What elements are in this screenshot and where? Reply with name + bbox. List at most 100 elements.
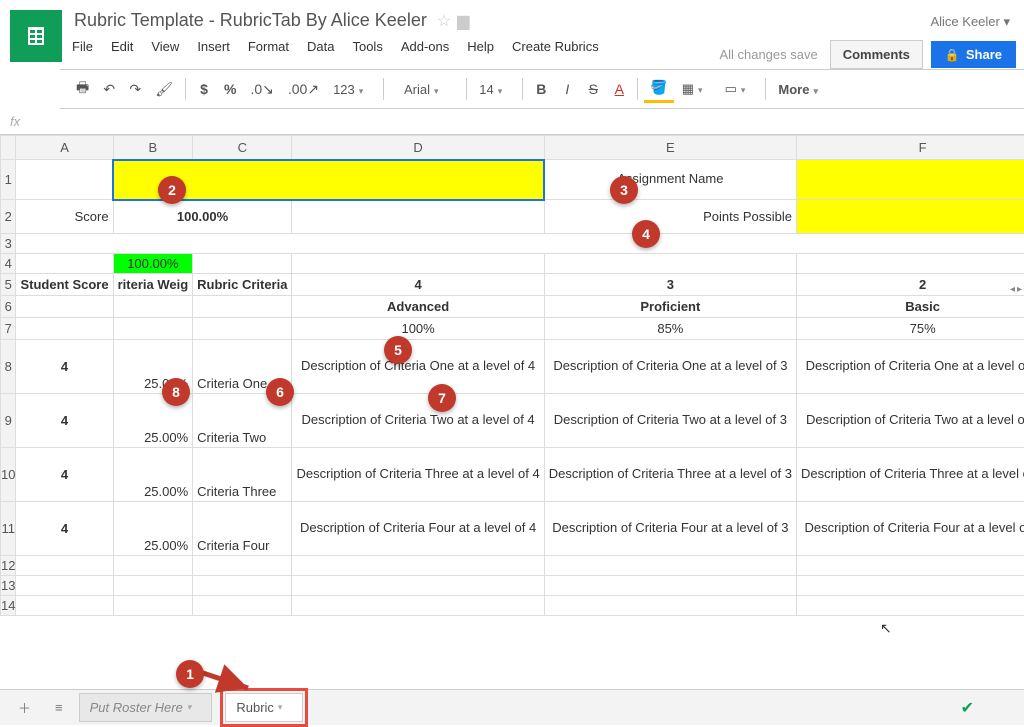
cell[interactable]: Criteria One bbox=[193, 340, 292, 394]
cell[interactable]: Score bbox=[16, 200, 113, 234]
cell[interactable]: 100% bbox=[292, 318, 544, 340]
cell[interactable] bbox=[16, 234, 1024, 254]
cell[interactable]: 25.00% bbox=[113, 448, 193, 502]
cell[interactable] bbox=[193, 254, 292, 274]
cell[interactable] bbox=[16, 576, 113, 596]
row-head-6[interactable]: 6 bbox=[1, 296, 16, 318]
percent-icon[interactable]: % bbox=[218, 77, 242, 101]
cell[interactable] bbox=[544, 254, 796, 274]
cell[interactable]: 25.00% bbox=[113, 502, 193, 556]
cell[interactable]: 2 bbox=[797, 274, 1024, 296]
bold-icon[interactable]: B bbox=[529, 77, 553, 101]
format-123[interactable]: 123 bbox=[327, 79, 377, 100]
cell[interactable]: 25.00% bbox=[113, 340, 193, 394]
font-size-select[interactable]: 14 bbox=[473, 79, 516, 100]
cell[interactable]: Description of Criteria Three at a level… bbox=[292, 448, 544, 502]
formula-bar[interactable]: fx bbox=[0, 109, 1024, 135]
col-head-c[interactable]: C bbox=[193, 136, 292, 160]
sheet-tab-rubric[interactable]: Rubric▾ bbox=[225, 693, 303, 722]
row-head-10[interactable]: 10 bbox=[1, 448, 16, 502]
scroll-arrows[interactable]: ◂▸ bbox=[1010, 284, 1022, 295]
cell[interactable]: riteria Weig bbox=[113, 274, 193, 296]
menu-view[interactable]: View bbox=[151, 39, 179, 54]
cell[interactable] bbox=[292, 254, 544, 274]
menu-data[interactable]: Data bbox=[307, 39, 334, 54]
explore-icon[interactable]: ✔ bbox=[961, 698, 974, 718]
cell[interactable] bbox=[113, 576, 193, 596]
cell[interactable]: Proficient bbox=[544, 296, 796, 318]
cell[interactable] bbox=[797, 556, 1024, 576]
row-head-1[interactable]: 1 bbox=[1, 160, 16, 200]
inc-decimal-icon[interactable]: .00↗ bbox=[282, 77, 325, 102]
cell[interactable]: Rubric Criteria bbox=[193, 274, 292, 296]
cell[interactable]: Criteria Four bbox=[193, 502, 292, 556]
cell[interactable] bbox=[292, 200, 544, 234]
sheet-tab-roster[interactable]: Put Roster Here▾ bbox=[79, 693, 213, 722]
document-title[interactable]: Rubric Template - RubricTab By Alice Kee… bbox=[70, 8, 431, 33]
cell[interactable]: Description of Criteria Four at a level … bbox=[292, 502, 544, 556]
cell[interactable] bbox=[16, 160, 113, 200]
row-head-8[interactable]: 8 bbox=[1, 340, 16, 394]
spreadsheet[interactable]: ◂▸ A B C D E F G H C 1 Assignment Name E… bbox=[0, 135, 1024, 616]
sheets-logo[interactable] bbox=[10, 10, 62, 62]
row-head-11[interactable]: 11 bbox=[1, 502, 16, 556]
menu-edit[interactable]: Edit bbox=[111, 39, 133, 54]
text-color-icon[interactable]: A bbox=[607, 77, 631, 101]
cell[interactable]: Description of Criteria One at a level o… bbox=[797, 340, 1024, 394]
row-head-5[interactable]: 5 bbox=[1, 274, 16, 296]
cell[interactable] bbox=[113, 296, 193, 318]
row-head-2[interactable]: 2 bbox=[1, 200, 16, 234]
cell[interactable]: Description of Criteria Three at a level… bbox=[797, 448, 1024, 502]
row-head-12[interactable]: 12 bbox=[1, 556, 16, 576]
row-head-14[interactable]: 14 bbox=[1, 596, 16, 616]
cell[interactable]: Description of Criteria Four at a level … bbox=[797, 502, 1024, 556]
cell[interactable]: Criteria Two bbox=[193, 394, 292, 448]
cell[interactable] bbox=[544, 596, 796, 616]
cell[interactable]: 4 bbox=[16, 340, 113, 394]
cell[interactable] bbox=[292, 556, 544, 576]
cell[interactable] bbox=[544, 576, 796, 596]
row-head-13[interactable]: 13 bbox=[1, 576, 16, 596]
cell-score[interactable]: 100.00% bbox=[113, 200, 292, 234]
cell[interactable]: 4 bbox=[16, 394, 113, 448]
menu-help[interactable]: Help bbox=[467, 39, 494, 54]
cell[interactable] bbox=[113, 596, 193, 616]
dec-decimal-icon[interactable]: .0↘ bbox=[244, 77, 279, 102]
borders-icon[interactable]: ▦ bbox=[676, 78, 717, 100]
menu-file[interactable]: File bbox=[72, 39, 93, 54]
cell[interactable]: Description of Criteria One at a level o… bbox=[544, 340, 796, 394]
cell-points-possible[interactable] bbox=[797, 200, 1024, 234]
col-head-e[interactable]: E bbox=[544, 136, 796, 160]
col-head-d[interactable]: D bbox=[292, 136, 544, 160]
print-icon[interactable]: 🖶 bbox=[70, 73, 95, 105]
font-select[interactable]: Arial bbox=[390, 79, 460, 100]
cell[interactable]: 4 bbox=[16, 448, 113, 502]
cell[interactable]: Description of Criteria Three at a level… bbox=[544, 448, 796, 502]
user-name[interactable]: Alice Keeler ▾ bbox=[719, 14, 1016, 30]
more-button[interactable]: More bbox=[772, 79, 832, 100]
row-head-9[interactable]: 9 bbox=[1, 394, 16, 448]
strike-icon[interactable]: S bbox=[581, 77, 605, 101]
undo-icon[interactable]: ↶ bbox=[97, 77, 121, 102]
menu-format[interactable]: Format bbox=[248, 39, 289, 54]
cell[interactable] bbox=[113, 318, 193, 340]
cell[interactable]: 85% bbox=[544, 318, 796, 340]
paint-format-icon[interactable]: 🖌 bbox=[149, 77, 179, 102]
italic-icon[interactable]: I bbox=[555, 77, 579, 101]
cell-weight-total[interactable]: 100.00% bbox=[113, 254, 193, 274]
cell[interactable] bbox=[16, 296, 113, 318]
cell[interactable] bbox=[797, 254, 1024, 274]
cell[interactable] bbox=[797, 576, 1024, 596]
currency-icon[interactable]: $ bbox=[192, 77, 216, 101]
menu-tools[interactable]: Tools bbox=[352, 39, 382, 54]
cell[interactable]: Description of Criteria Two at a level o… bbox=[292, 394, 544, 448]
cell[interactable] bbox=[193, 596, 292, 616]
cell[interactable]: Description of Criteria Two at a level o… bbox=[544, 394, 796, 448]
comments-button[interactable]: Comments bbox=[830, 40, 923, 69]
cell[interactable]: Student Score bbox=[16, 274, 113, 296]
cell[interactable] bbox=[16, 254, 113, 274]
cell[interactable]: 3 bbox=[544, 274, 796, 296]
select-all-corner[interactable] bbox=[1, 136, 16, 160]
row-head-4[interactable]: 4 bbox=[1, 254, 16, 274]
cell[interactable]: Basic bbox=[797, 296, 1024, 318]
